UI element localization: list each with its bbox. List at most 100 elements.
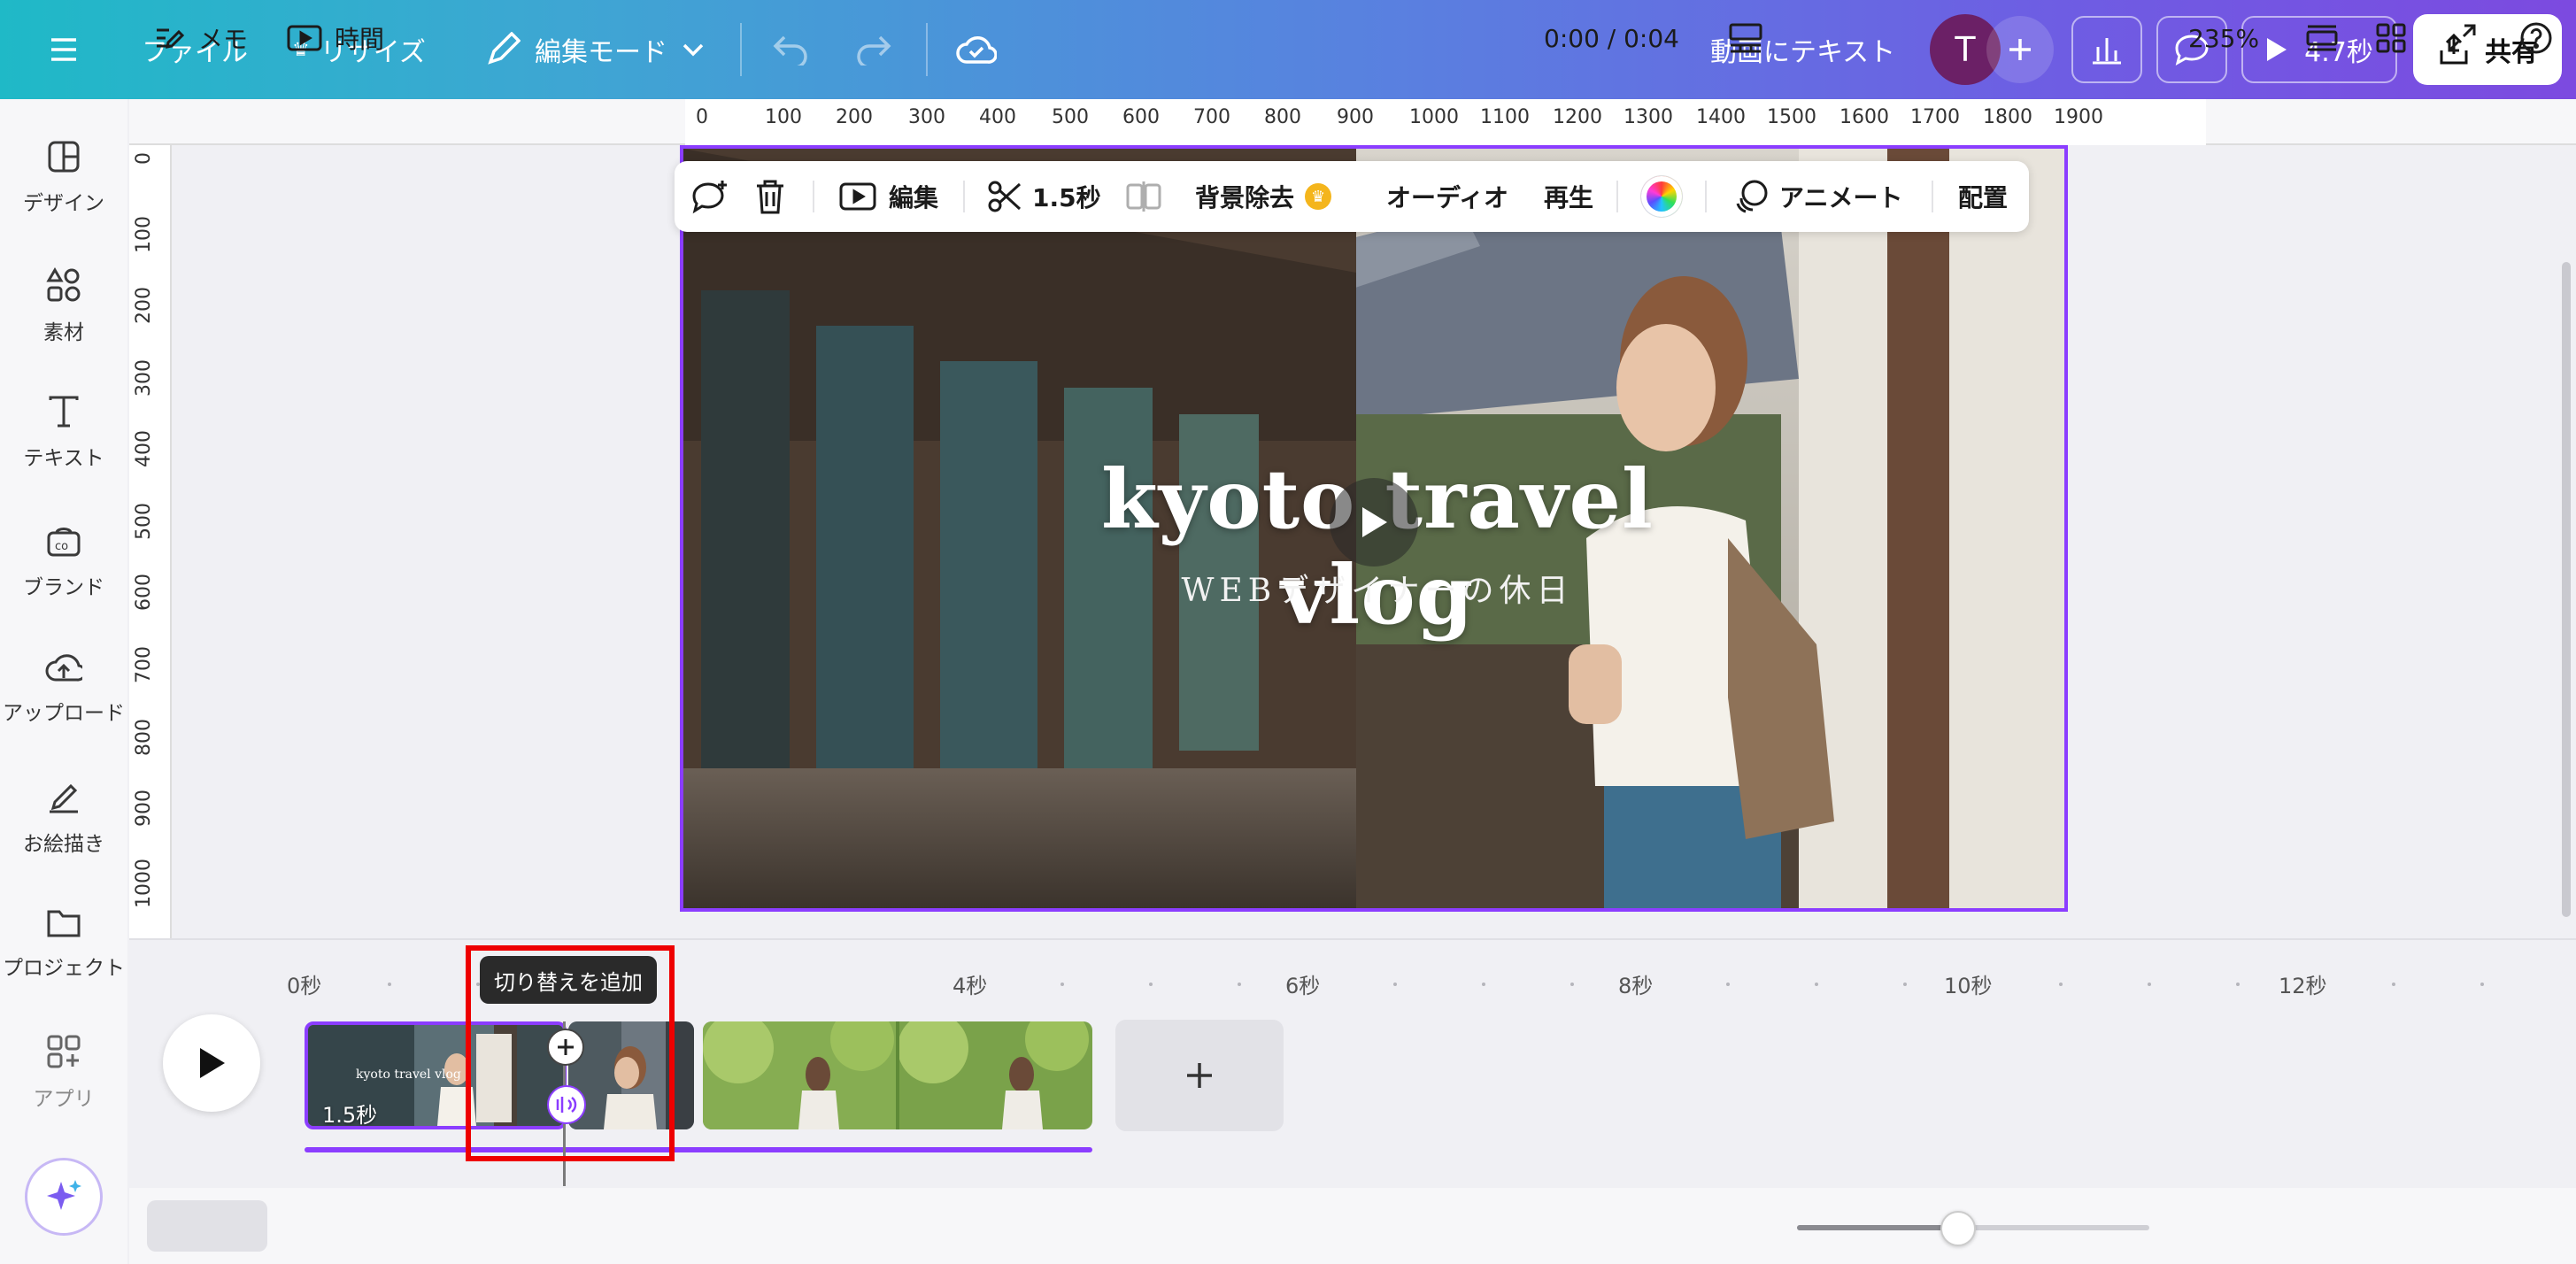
ruler-tick: 1300 [1623,106,1673,128]
plus-icon [1187,1063,1212,1088]
invite-button[interactable] [1986,16,2054,83]
audio-track-bar[interactable] [305,1147,1092,1152]
ruler-tick: 1500 [1767,106,1816,128]
background-remover-button[interactable]: 背景除去 ♛ [1195,161,1332,232]
timer-button[interactable]: 時間 [287,0,384,76]
timeline-tick [1903,983,1907,986]
divider [1932,181,1933,212]
timeline-tick [1570,983,1574,986]
animate-label: アニメート [1779,183,1903,212]
video-play-button[interactable] [1330,478,1418,566]
redo-button[interactable] [855,0,892,99]
clip-thumbnail [703,1021,1092,1129]
ruler-tick: 200 [836,106,873,128]
text-icon [49,396,79,428]
timeline-mark: 4秒 [953,974,988,998]
trash-icon [757,180,783,214]
notes-button[interactable]: メモ [154,0,248,76]
menu-button[interactable] [50,0,78,99]
vertical-ruler: 0 100 200 300 400 500 600 700 800 900 10… [129,145,172,942]
timeline-tick [2059,983,2063,986]
timeline-mark: 10秒 [1944,974,1993,998]
edit-label: 編集 [889,183,939,212]
ruler-tick: 1800 [1983,106,2032,128]
insights-button[interactable] [2071,16,2142,83]
pencil-icon [488,32,521,65]
timeline-tick [2480,983,2484,986]
timeline-tick [1393,983,1397,986]
edit-mode-label: 編集モード [535,37,667,68]
add-clip-button[interactable] [1115,1020,1284,1131]
color-button[interactable] [1641,161,1682,232]
audio-button[interactable]: オーディオ [1386,161,1508,232]
zoom-level[interactable]: 235% [2188,0,2259,76]
ruler-tick: 1100 [1480,106,1530,128]
comment-add-button[interactable] [690,161,729,232]
thumbnail-view-button[interactable] [1728,0,1763,76]
bar-chart-icon [2093,38,2121,65]
vertical-scrollbar[interactable] [2562,262,2571,917]
clip-duration: 1.5秒 [322,1103,378,1128]
ruler-tick: 400 [133,430,155,467]
save-status-button[interactable] [956,0,997,99]
ruler-tick: 900 [1337,106,1374,128]
timeline-clip-3[interactable] [703,1021,1092,1129]
page-view-button[interactable] [2305,0,2339,76]
bottom-bar [129,1188,2576,1264]
time-label: 時間 [335,25,385,54]
sidebar-item-label: 素材 [43,321,84,344]
sidebar-item-elements[interactable]: 素材 [0,267,127,345]
time-toggle-background [147,1200,267,1252]
playback-button[interactable]: 再生 [1544,161,1593,232]
timeline-tick [2392,983,2395,986]
undo-button[interactable] [772,0,809,99]
chevron-down-icon [683,43,704,57]
sidebar-item-apps[interactable]: アプリ [0,1034,127,1112]
notes-label: メモ [198,25,249,54]
grid-view-button[interactable] [2376,0,2406,76]
ruler-tick: 500 [133,503,155,540]
divider [1616,181,1618,212]
divider [740,23,742,76]
magic-assistant-button[interactable] [25,1158,103,1236]
split-button[interactable] [1126,161,1161,232]
timeline-play-button[interactable] [163,1014,260,1112]
trim-button[interactable]: 1.5秒 [988,161,1101,232]
edit-mode-dropdown[interactable]: 編集モード [485,0,705,99]
design-icon [48,141,80,173]
ruler-tick: 1200 [1553,106,1602,128]
fullscreen-button[interactable] [2447,0,2477,76]
edit-video-button[interactable]: 編集 [839,161,938,232]
divider [926,23,928,76]
duration-label: 1.5秒 [1032,183,1101,212]
timeline-tick [1726,983,1730,986]
timeline-tick [1149,983,1153,986]
ruler-tick: 700 [1193,106,1230,128]
play-icon [1362,507,1387,537]
ruler-tick: 800 [133,719,155,756]
menu-icon [51,38,76,61]
timecode: 0:00 / 0:04 [1544,23,1679,53]
horizontal-ruler: 0 100 200 300 400 500 600 700 800 900 10… [129,99,2576,145]
help-button[interactable] [2519,0,2553,76]
grid-icon [2376,23,2406,53]
video-subtitle-text[interactable]: WEBデザイナーの休日 [1050,565,1705,611]
sidebar-item-brand[interactable]: co ブランド [0,524,127,600]
sidebar-item-projects[interactable]: プロジェクト [0,906,127,981]
sidebar-item-uploads[interactable]: アップロード [0,651,127,726]
sidebar-item-design[interactable]: デザイン [0,140,127,216]
delete-button[interactable] [754,161,786,232]
divider [963,181,965,212]
sidebar-item-text[interactable]: テキスト [0,395,127,471]
ruler-tick: 0 [133,152,155,165]
expand-icon [2448,24,2476,52]
zoom-slider-handle[interactable] [1940,1211,1976,1246]
filmstrip-icon [1729,23,1762,53]
apps-icon [47,1035,81,1068]
svg-text:co: co [55,540,68,553]
divider [1705,181,1707,212]
animate-button[interactable]: アニメート [1733,161,1902,232]
timeline-tick [1060,983,1064,986]
position-button[interactable]: 配置 [1958,161,2008,232]
sidebar-item-draw[interactable]: お絵描き [0,779,127,857]
